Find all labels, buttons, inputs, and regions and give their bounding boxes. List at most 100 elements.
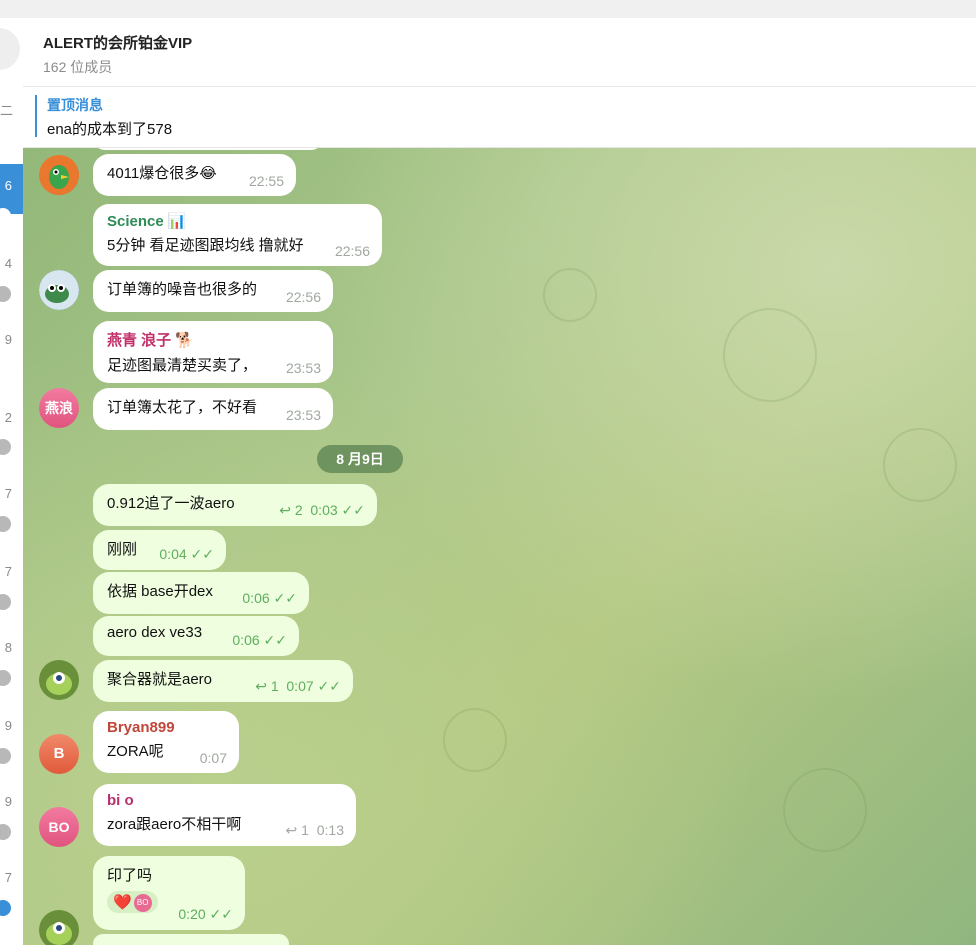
avatar[interactable]: B (39, 734, 79, 774)
chat-list-badge (0, 439, 11, 455)
pinned-text: ena的成本到了578 (47, 121, 173, 138)
chat-list-unread: 2 (4, 410, 12, 425)
message-time: 0:07 (286, 678, 314, 694)
message-bubble-outgoing[interactable]: 0.912追了一波aero ↩ 2 0:03 ✓✓ (93, 484, 377, 526)
reaction-chip[interactable]: ❤️ BO (107, 891, 158, 913)
double-check-icon: ✓✓ (341, 502, 365, 518)
message-meta: ↩ 1 0:13 (286, 822, 344, 839)
sender-name[interactable]: 燕青 浪子 🐕 (107, 329, 319, 350)
message-time: 0:03 (310, 502, 338, 518)
chat-list-rail[interactable]: 二 6 4 9 2 7 7 8 9 9 7 (0, 18, 24, 945)
chat-list-unread: 6 (4, 178, 12, 193)
pinned-label: 置顶消息 (47, 97, 103, 113)
double-check-icon: ✓✓ (263, 632, 287, 648)
chat-list-unread: 8 (4, 640, 12, 655)
message-bubble[interactable]: 订单簿的噪音也很多的 22:56 (93, 270, 333, 312)
message-bubble[interactable]: 4011爆仓很多😂 22:55 (93, 154, 296, 196)
chat-list-badge (0, 208, 11, 224)
message-meta: 0:06 ✓✓ (242, 590, 297, 607)
message-bubble[interactable]: 订单簿太花了，不好看 23:53 (93, 388, 333, 430)
message-bubble-outgoing[interactable]: 印了吗 ❤️ BO 0:20 ✓✓ (93, 856, 245, 930)
pinned-message-bar[interactable]: 置顶消息 ena的成本到了578 (23, 87, 976, 148)
message-bubble-outgoing[interactable]: 依据 base开dex 0:06 ✓✓ (93, 572, 309, 614)
chat-list-unread: 9 (4, 794, 12, 809)
chat-list-badge (0, 516, 11, 532)
avatar[interactable] (39, 660, 79, 700)
chat-list-badge (0, 900, 11, 916)
message-bubble-outgoing[interactable] (93, 934, 289, 945)
message-text: 印了吗 (107, 867, 153, 884)
chat-header[interactable]: ALERT的会所铂金VIP 162 位成员 (23, 18, 976, 87)
pinned-indicator (35, 95, 37, 137)
message-time: 22:56 (285, 289, 321, 305)
sender-name[interactable]: Science 📊 (107, 212, 368, 230)
wallpaper-doodle (883, 428, 957, 502)
message-time: 0:06 (232, 632, 260, 648)
avatar[interactable] (39, 910, 79, 945)
bird-avatar-icon (39, 155, 79, 195)
message-bubble-outgoing[interactable]: 聚合器就是aero ↩ 1 0:07 ✓✓ (93, 660, 353, 702)
member-count: 162 位成员 (43, 59, 113, 75)
monster-avatar-icon (39, 910, 79, 945)
double-check-icon: ✓✓ (209, 906, 233, 922)
sender-name[interactable]: Bryan899 (107, 719, 225, 736)
avatar[interactable]: BO (39, 807, 79, 847)
message-bubble (93, 148, 323, 150)
reply-count[interactable]: 1 (301, 822, 309, 838)
message-time: 22:55 (248, 173, 284, 189)
chat-list-badge (0, 824, 11, 840)
chat-list-badge (0, 670, 11, 686)
frog-avatar-icon (39, 270, 79, 310)
double-check-icon: ✓✓ (317, 678, 341, 694)
message-bubble[interactable]: Bryan899 ZORA呢 0:07 (93, 711, 239, 773)
reply-arrow-icon[interactable]: ↩ (286, 822, 298, 838)
chat-list-unread: 7 (4, 870, 12, 885)
message-meta: ↩ 1 0:07 ✓✓ (255, 678, 341, 695)
wallpaper-doodle (723, 308, 817, 402)
message-time: 0:04 (159, 546, 187, 562)
reaction-avatar: BO (133, 894, 152, 913)
chat-list-badge (0, 594, 11, 610)
avatar[interactable] (39, 270, 79, 310)
avatar[interactable]: 燕浪 (39, 388, 79, 428)
message-bubble[interactable]: 燕青 浪子 🐕 足迹图最清楚买卖了， 23:53 (93, 321, 333, 383)
message-time: 0:06 (242, 590, 270, 606)
chat-title: ALERT的会所铂金VIP (43, 35, 193, 52)
reply-arrow-icon[interactable]: ↩ (279, 502, 291, 518)
sender-name[interactable]: bi o (107, 792, 342, 809)
message-meta: 0:20 ✓✓ (178, 906, 233, 923)
chat-avatar[interactable] (0, 28, 20, 70)
wallpaper-doodle (543, 268, 597, 322)
message-meta: ↩ 2 0:03 ✓✓ (279, 502, 365, 519)
chat-list-unread: 9 (4, 332, 12, 347)
reply-count[interactable]: 1 (271, 678, 279, 694)
monster-avatar-icon (39, 660, 79, 700)
message-time: 22:56 (334, 243, 370, 259)
avatar[interactable] (39, 155, 79, 195)
double-check-icon: ✓✓ (273, 590, 297, 606)
chat-list-unread: 4 (4, 256, 12, 271)
message-meta: 0:06 ✓✓ (232, 632, 287, 649)
message-bubble[interactable]: bi o zora跟aero不相干啊 ↩ 1 0:13 (93, 784, 356, 846)
chat-list-unread: 9 (4, 718, 12, 733)
date-divider: 8 月9日 (317, 445, 403, 473)
chat-list-badge (0, 748, 11, 764)
message-time: 23:53 (285, 407, 321, 423)
reply-arrow-icon[interactable]: ↩ (255, 678, 267, 694)
wallpaper-doodle (783, 768, 867, 852)
wallpaper-doodle (443, 708, 507, 772)
chat-list-unread: 7 (4, 564, 12, 579)
message-bubble-outgoing[interactable]: aero dex ve33 0:06 ✓✓ (93, 616, 299, 656)
chat-list-unread: 二 (0, 103, 14, 118)
message-bubble-outgoing[interactable]: 刚刚 0:04 ✓✓ (93, 530, 226, 570)
message-area[interactable]: 4011爆仓很多😂 22:55 Science 📊 5分钟 看足迹图跟均线 撸就… (23, 148, 976, 945)
message-time: 0:20 (178, 906, 206, 922)
message-bubble[interactable]: Science 📊 5分钟 看足迹图跟均线 撸就好 22:56 (93, 204, 382, 266)
message-text: 5分钟 看足迹图跟均线 撸就好 (107, 237, 304, 254)
message-time: 23:53 (285, 360, 321, 376)
heart-icon: ❤️ (113, 894, 132, 911)
window-top-strip (0, 0, 976, 18)
reply-count[interactable]: 2 (295, 502, 303, 518)
chat-list-badge (0, 286, 11, 302)
chat-list-unread: 7 (4, 486, 12, 501)
